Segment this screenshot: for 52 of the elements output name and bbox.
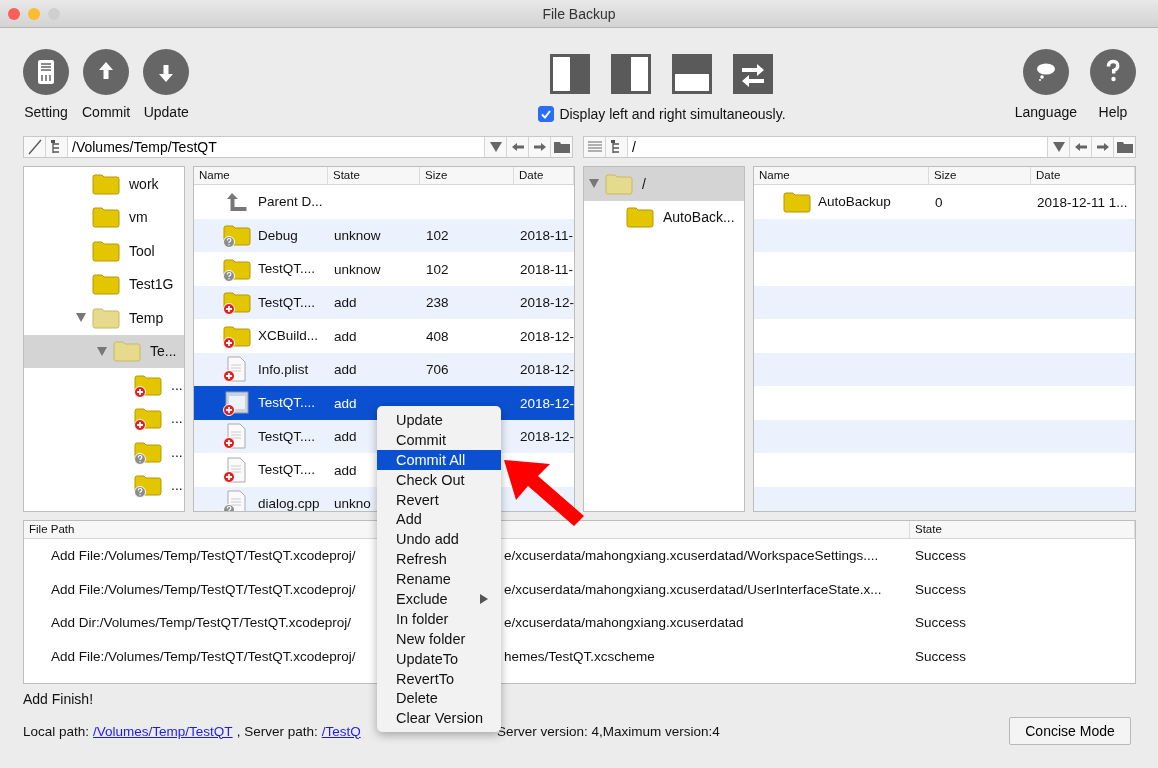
file-name: TestQT.... xyxy=(258,294,315,310)
log-state: Success xyxy=(914,548,968,564)
table-cell-text: 2018-12-11 1... xyxy=(1036,194,1128,210)
table-cell-text: 408 xyxy=(425,328,449,344)
file-name: dialog.cpp xyxy=(258,495,320,511)
checkbox-label: Display left and right simultaneously. xyxy=(559,106,786,122)
table-cell-text: add xyxy=(333,462,357,478)
table-cell-text: 102 xyxy=(425,261,449,277)
file-name: Parent D... xyxy=(258,194,323,210)
version-info: Server version: 4,Maximum version:4 xyxy=(497,723,720,739)
log-path: Add File:/Volumes/Temp/TestQT/TestQT.xcodeproj/ xyxy=(51,648,356,664)
table-cell-text: add xyxy=(333,429,357,445)
table-cell-text: 2018-12- xyxy=(519,395,574,411)
table-cell-text: 2018-11- xyxy=(519,261,574,277)
file-name: AutoBackup xyxy=(818,194,891,210)
server-path-label: , Server path: xyxy=(236,723,318,739)
file-name: Info.plist xyxy=(258,361,309,377)
table-cell-text: 2018-12- xyxy=(519,295,574,311)
log-path: Add File:/Volumes/Temp/TestQT/TestQT.xcodeproj/ xyxy=(51,548,356,564)
log-path: hemes/TestQT.xcscheme xyxy=(504,648,655,664)
file-name: TestQT.... xyxy=(258,395,315,411)
status-message: Add Finish! xyxy=(23,691,94,707)
table-cell-text: add xyxy=(333,362,357,378)
table-cell-text: 2018-12- xyxy=(519,429,574,445)
log-state: Success xyxy=(914,615,968,631)
table-cell-text: 238 xyxy=(425,295,449,311)
log-state: Success xyxy=(914,581,968,597)
file-name: TestQT.... xyxy=(258,462,315,478)
window-title: File Backup xyxy=(542,5,616,22)
table-cell-text: unknow xyxy=(333,228,381,244)
table-cell-text: unkno xyxy=(333,496,371,511)
local-path-label: Local path: xyxy=(23,723,90,739)
log-path: Add File:/Volumes/Temp/TestQT/TestQT.xcodeproj/ xyxy=(51,581,356,597)
table-cell-text: 2018-12- xyxy=(519,362,574,378)
table-cell-text: add xyxy=(333,328,357,344)
table-cell-text: unknow xyxy=(333,261,381,277)
file-name: Debug xyxy=(258,227,298,243)
log-path: Add Dir:/Volumes/Temp/TestQT/TestQT.xcodeproj/ xyxy=(51,615,352,631)
table-cell-text: add xyxy=(333,295,357,311)
log-state: Success xyxy=(914,648,968,664)
file-name: XCBuild... xyxy=(258,328,319,344)
table-cell-text: 0 xyxy=(934,194,943,210)
table-cell-text: add xyxy=(333,395,357,411)
log-path: e/xcuserdata/mahongxiang.xcuserdatad/WorkspaceSettings.... xyxy=(504,548,879,564)
log-path: e/xcuserdata/mahongxiang.xcuserdatad/UserInterfaceState.x... xyxy=(504,581,882,597)
log-path: e/xcuserdata/mahongxiang.xcuserdatad xyxy=(504,615,744,631)
table-cell-text: 706 xyxy=(425,362,449,378)
file-name: TestQT.... xyxy=(258,428,315,444)
table-cell-text: 2018-12- xyxy=(519,328,574,344)
file-name: TestQT.... xyxy=(258,261,315,277)
table-cell-text: 102 xyxy=(425,228,449,244)
table-cell-text: 2018-11- xyxy=(519,228,574,244)
